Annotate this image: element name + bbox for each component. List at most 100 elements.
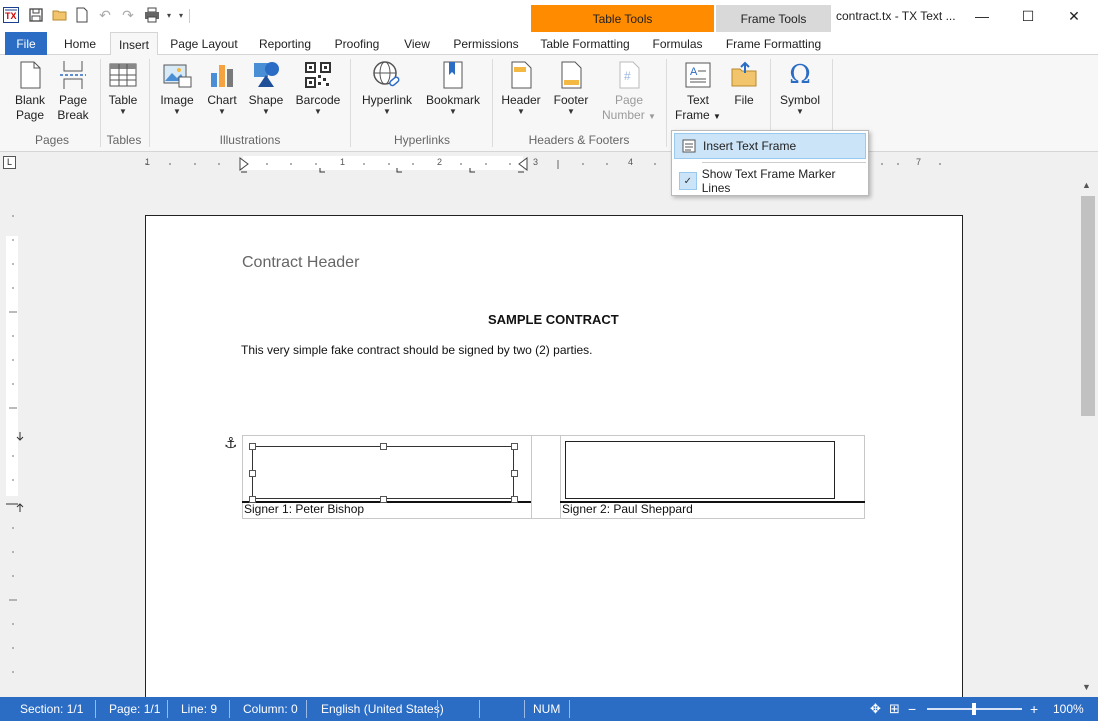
tab-proofing[interactable]: Proofing (327, 32, 387, 55)
tab-file[interactable]: File (5, 32, 47, 55)
tab-view[interactable]: View (397, 32, 437, 55)
maximize-button[interactable]: ☐ (1005, 0, 1051, 32)
hyperlink-button[interactable]: Hyperlink ▼ (358, 59, 416, 116)
status-divider (95, 700, 96, 718)
zoom-out-button[interactable]: − (908, 697, 916, 721)
symbol-label: Symbol (779, 93, 820, 107)
undo-icon[interactable]: ↶ (96, 6, 114, 24)
tab-table-formatting[interactable]: Table Formatting (531, 32, 639, 55)
chevron-down-icon: ▼ (262, 107, 270, 116)
image-label: Image (160, 93, 194, 107)
header-button[interactable]: Header ▼ (500, 59, 542, 116)
resize-handle[interactable] (511, 496, 518, 503)
document-area[interactable]: Contract Header SAMPLE CONTRACT This ver… (26, 176, 1078, 697)
tab-frame-formatting[interactable]: Frame Formatting (716, 32, 831, 55)
chevron-down-icon: ▼ (383, 107, 391, 116)
file-label: File (734, 93, 754, 107)
minimize-button[interactable]: — (959, 0, 1005, 32)
scroll-down-icon[interactable]: ▼ (1082, 682, 1091, 692)
status-divider (524, 700, 525, 718)
tab-reporting[interactable]: Reporting (252, 32, 318, 55)
ruler-number: 2 (437, 157, 443, 167)
tab-insert[interactable]: Insert (110, 32, 158, 56)
tab-home[interactable]: Home (55, 32, 105, 55)
contract-header-text[interactable]: Contract Header (242, 254, 359, 272)
resize-handle[interactable] (511, 470, 518, 477)
scroll-up-icon[interactable]: ▲ (1082, 180, 1091, 190)
group-label-tables: Tables (106, 133, 142, 147)
contextual-tab-table-tools: Table Tools (531, 5, 714, 32)
resize-handle[interactable] (380, 443, 387, 450)
blank-page-label-1: Blank (14, 93, 46, 107)
text-frame-selected[interactable] (249, 443, 518, 503)
tab-page-layout[interactable]: Page Layout (164, 32, 244, 55)
ribbon-tabs: File Home Insert Page Layout Reporting P… (0, 32, 1098, 56)
insert-file-icon (728, 59, 760, 91)
group-label-illustrations: Illustrations (219, 133, 281, 147)
close-button[interactable]: ✕ (1051, 0, 1097, 32)
menu-item-show-text-frame-marker-lines[interactable]: ✓ Show Text Frame Marker Lines (674, 167, 866, 195)
group-label-headers-footers: Headers & Footers (528, 133, 630, 147)
status-divider (437, 700, 438, 718)
print-icon[interactable] (143, 6, 161, 24)
zoom-slider-thumb[interactable] (972, 703, 976, 715)
qr-code-icon (302, 59, 334, 91)
tab-formulas[interactable]: Formulas (645, 32, 710, 55)
resize-handle[interactable] (511, 443, 518, 450)
footer-button[interactable]: Footer ▼ (550, 59, 592, 116)
page-number-button[interactable]: # Page Number ▼ (600, 59, 658, 124)
redo-icon[interactable]: ↷ (119, 6, 137, 24)
status-language[interactable]: English (United States) (321, 697, 444, 721)
text-frame[interactable] (565, 441, 835, 499)
vertical-scrollbar[interactable]: ▲ ▼ (1078, 176, 1098, 697)
contract-body-text[interactable]: This very simple fake contract should be… (241, 343, 593, 357)
zoom-level[interactable]: 100% (1053, 697, 1084, 721)
table-button[interactable]: Table ▼ (104, 59, 142, 116)
page-break-label-2: Break (57, 108, 89, 122)
image-button[interactable]: Image ▼ (156, 59, 198, 116)
chevron-down-icon: ▼ (314, 107, 322, 116)
svg-text:A: A (690, 66, 698, 78)
signer-2-label[interactable]: Signer 2: Paul Sheppard (562, 502, 693, 516)
document-page[interactable]: Contract Header SAMPLE CONTRACT This ver… (145, 215, 963, 697)
status-num-lock: NUM (533, 702, 561, 716)
table-icon (107, 59, 139, 91)
blank-page-icon (14, 59, 46, 91)
text-frame-label-1: Text (686, 93, 709, 107)
resize-handle[interactable] (380, 496, 387, 503)
text-frame-button[interactable]: A Text Frame ▼ (674, 59, 722, 124)
page-break-button[interactable]: Page Break (54, 59, 92, 123)
chart-button[interactable]: Chart ▼ (202, 59, 242, 116)
vertical-ruler[interactable] (0, 176, 26, 697)
move-icon[interactable]: ✥ (870, 697, 881, 721)
shape-button[interactable]: Shape ▼ (246, 59, 286, 116)
horizontal-ruler[interactable]: L 1 1 2 3 4 5 6 7 (0, 152, 1098, 176)
footer-label: Footer (553, 93, 589, 107)
file-button[interactable]: File (726, 59, 762, 108)
status-divider (479, 700, 480, 718)
save-icon[interactable] (27, 6, 45, 24)
resize-handle[interactable] (249, 443, 256, 450)
bookmark-button[interactable]: Bookmark ▼ (424, 59, 482, 116)
menu-item-insert-text-frame[interactable]: Insert Text Frame (674, 133, 866, 159)
resize-handle[interactable] (249, 470, 256, 477)
fit-page-icon[interactable]: ⊞ (889, 697, 900, 721)
symbol-button[interactable]: Ω Symbol ▼ (778, 59, 822, 116)
chevron-down-icon: ▼ (517, 107, 525, 116)
anchor-icon[interactable]: ⚓ (224, 434, 237, 452)
contract-title[interactable]: SAMPLE CONTRACT (488, 312, 619, 327)
new-document-icon[interactable] (73, 6, 91, 24)
barcode-button[interactable]: Barcode ▼ (294, 59, 342, 116)
signer-1-label[interactable]: Signer 1: Peter Bishop (244, 502, 364, 516)
tab-permissions[interactable]: Permissions (447, 32, 525, 55)
zoom-in-button[interactable]: + (1030, 697, 1038, 721)
open-folder-icon[interactable] (51, 6, 69, 24)
customize-toolbar-icon[interactable]: ▾ (172, 6, 190, 24)
signature-table[interactable]: Signer 1: Peter Bishop Signer 2: Paul Sh… (242, 435, 865, 519)
ruler-number: 3 (533, 157, 539, 167)
chevron-down-icon: ▼ (567, 107, 575, 116)
blank-page-button[interactable]: Blank Page (10, 59, 50, 123)
divider (189, 9, 190, 23)
scrollbar-thumb[interactable] (1081, 196, 1095, 416)
hyperlink-label: Hyperlink (361, 93, 412, 107)
